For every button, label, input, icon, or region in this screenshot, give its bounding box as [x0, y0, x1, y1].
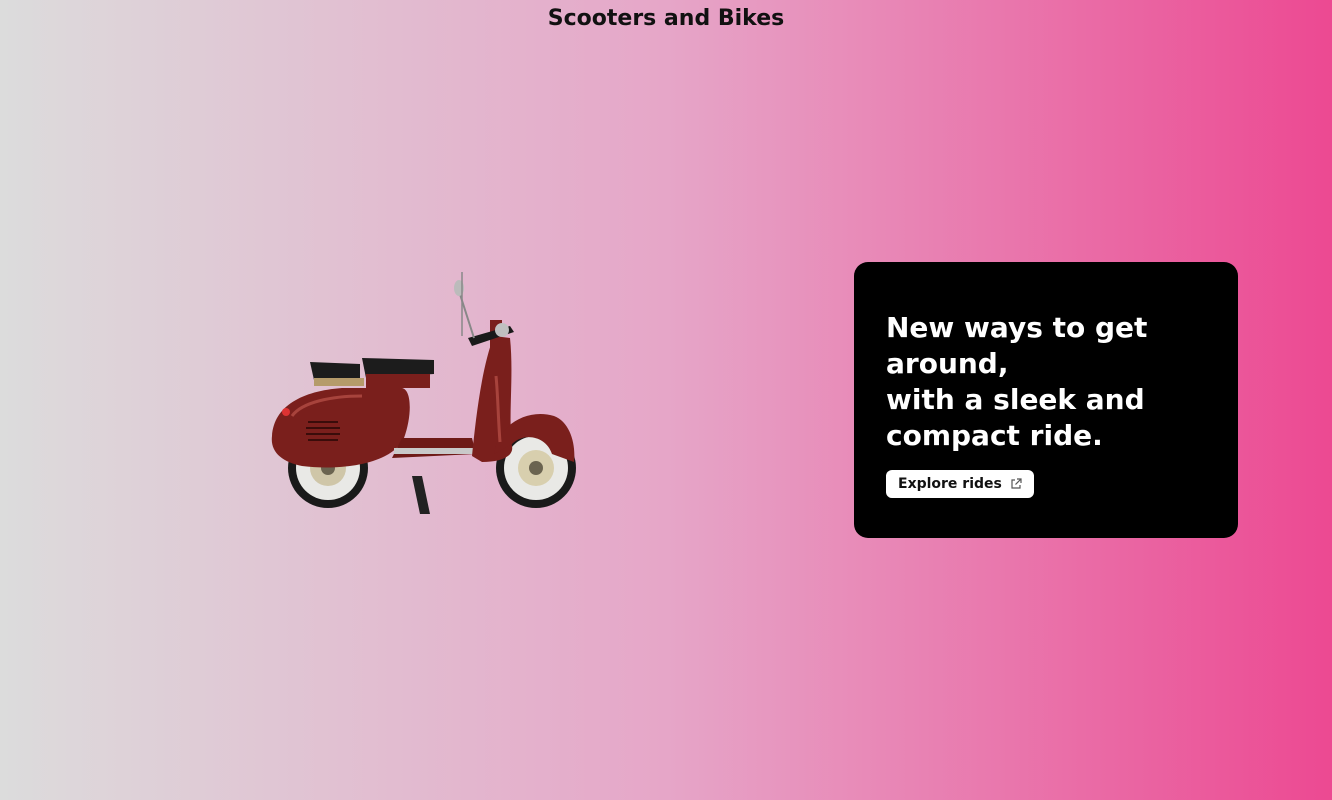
external-link-icon: [1010, 478, 1022, 490]
headline-line-1: New ways to get around,: [886, 311, 1148, 380]
promo-headline: New ways to get around, with a sleek and…: [886, 310, 1186, 454]
promo-card: New ways to get around, with a sleek and…: [854, 262, 1238, 538]
scooter-image: [262, 266, 582, 522]
page-title: Scooters and Bikes: [547, 6, 785, 31]
scooter-rear-body: [271, 388, 410, 468]
explore-rides-label: Explore rides: [898, 476, 1002, 492]
headline-line-2: with a sleek and compact ride.: [886, 383, 1145, 452]
explore-rides-button[interactable]: Explore rides: [886, 470, 1034, 498]
